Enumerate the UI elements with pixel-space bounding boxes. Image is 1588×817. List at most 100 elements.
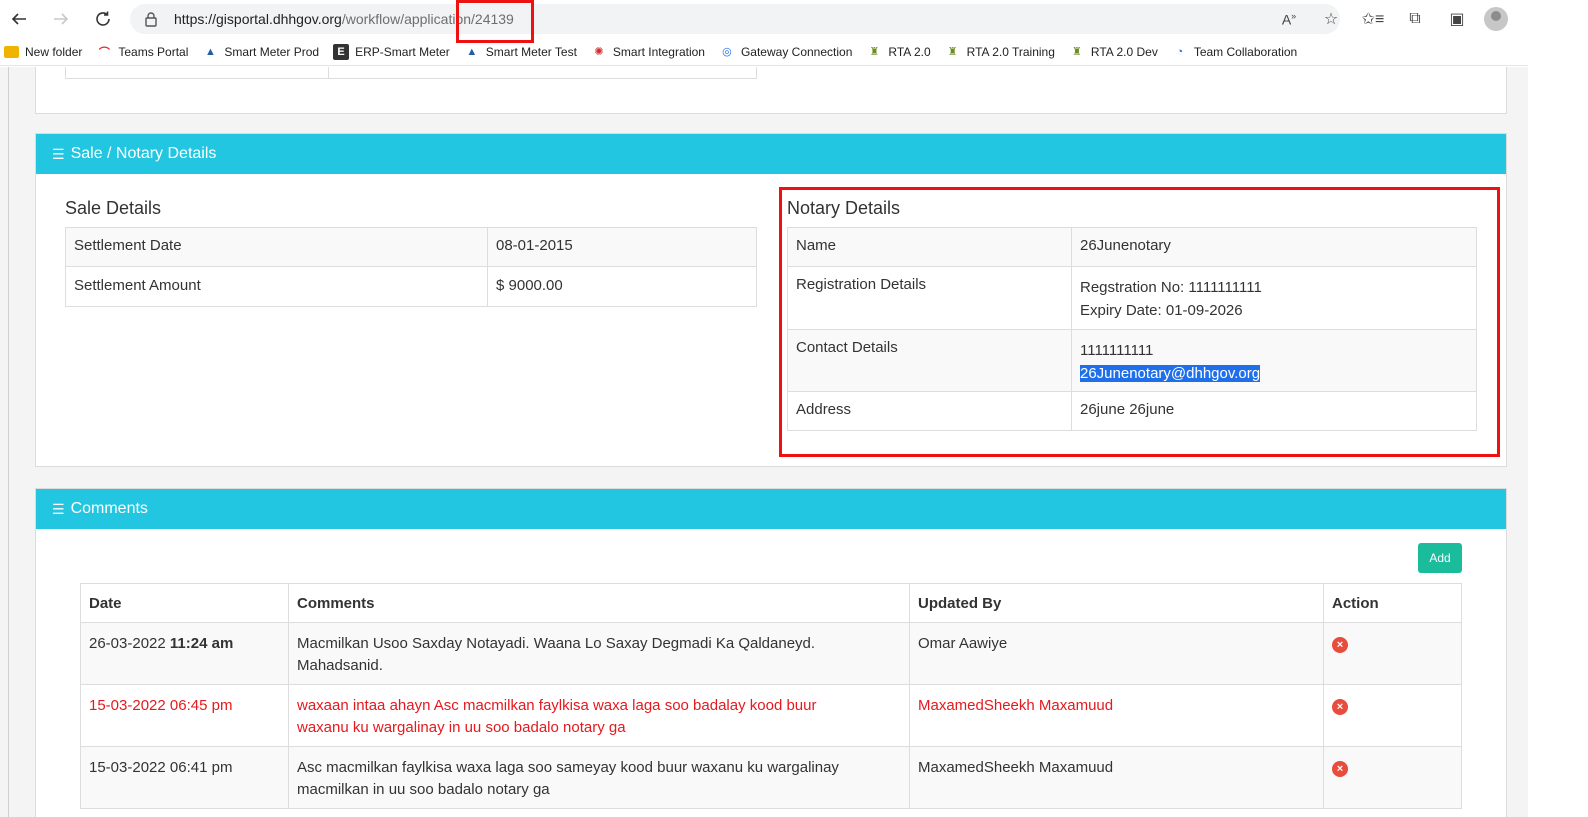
back-arrow-icon[interactable] (2, 2, 36, 36)
favorites-icon[interactable]: ✩≡ (1352, 4, 1394, 34)
previous-section-card (35, 67, 1507, 114)
refresh-icon[interactable] (86, 2, 120, 36)
add-comment-button[interactable]: Add (1418, 543, 1462, 573)
bookmark-teams-portal[interactable]: ⌒ Teams Portal (96, 44, 189, 60)
comment-text: Asc macmilkan faylkisa waxa laga soo sam… (288, 746, 910, 809)
time-text: 06:45 pm (169, 697, 233, 714)
bookmark-label: Smart Meter Prod (224, 44, 320, 59)
team-collab-icon: ◔ (1176, 45, 1184, 58)
comment-date: 15-03-2022 06:45 pm (80, 684, 289, 747)
sale-label: Settlement Date (65, 227, 488, 267)
page-left-border (8, 67, 9, 817)
bookmark-label: RTA 2.0 Training (966, 44, 1055, 59)
comment-action: × (1323, 622, 1462, 685)
rta-crest-icon: ♜ (869, 46, 880, 58)
table-row: 26-03-2022 11:24 am Macmilkan Usoo Saxda… (80, 622, 1462, 685)
table-row: Settlement Date 08-01-2015 (65, 227, 757, 267)
sale-details-title: Sale Details (65, 198, 162, 218)
read-aloud-icon[interactable]: A» (1268, 4, 1310, 34)
comment-line: Macmilkan Usoo Saxday Notayadi. Waana Lo… (297, 635, 816, 652)
url-highlight-box (456, 0, 534, 43)
comment-line: waxanu ku wargalinay in uu soo badalo no… (297, 719, 626, 736)
browser-toolbar: https://gisportal.dhhgov.org/workflow/ap… (0, 0, 1528, 38)
column-header: Action (1323, 583, 1462, 623)
collections-icon[interactable]: ⧉ (1394, 4, 1436, 34)
table-row: Settlement Amount $ 9000.00 (65, 266, 757, 307)
url-host: https://gisportal.dhhgov.org (174, 11, 342, 27)
table-row: 15-03-2022 06:45 pm waxaan intaa ahayn A… (80, 684, 1462, 747)
sale-value: 08-01-2015 (487, 227, 757, 267)
water-drop-icon: ▲ (466, 45, 478, 58)
bookmark-label: Team Collaboration (1193, 44, 1298, 59)
bookmark-smart-meter-test[interactable]: ▲ Smart Meter Test (464, 44, 577, 60)
folder-icon (4, 45, 19, 58)
bookmark-gateway-connection[interactable]: ◎ Gateway Connection (719, 44, 852, 60)
bookmark-smart-meter-prod[interactable]: ▲ Smart Meter Prod (202, 44, 319, 60)
comment-line: macmilkan in uu soo badalo notary ga (297, 781, 550, 798)
table-row: 15-03-2022 06:41 pm Asc macmilkan faylki… (80, 746, 1462, 809)
bookmark-label: Smart Meter Test (485, 44, 577, 59)
window-margin (1528, 0, 1588, 817)
comment-author: MaxamedSheekh Maxamuud (909, 746, 1324, 809)
list-icon: ☰ (52, 145, 65, 162)
time-text: 11:24 am (169, 635, 234, 652)
comments-table: Date Comments Updated By Action 26-03-20… (80, 583, 1462, 809)
column-header: Date (80, 583, 289, 623)
bookmark-label: Teams Portal (118, 44, 189, 59)
bookmark-smart-integration[interactable]: ✺ Smart Integration (591, 44, 705, 60)
bookmark-rta-2[interactable]: ♜ RTA 2.0 (866, 44, 930, 60)
bookmark-label: RTA 2.0 (888, 44, 931, 59)
sale-details-table: Settlement Date 08-01-2015 Settlement Am… (65, 227, 757, 307)
previous-table-fragment (65, 67, 757, 79)
bookmark-label: New folder (25, 44, 83, 59)
bookmark-rta-2-training[interactable]: ♜ RTA 2.0 Training (945, 44, 1055, 60)
bookmark-team-collaboration[interactable]: ◔ Team Collaboration (1172, 44, 1298, 60)
bookmark-rta-2-dev[interactable]: ♜ RTA 2.0 Dev (1069, 44, 1158, 60)
comments-title: Comments (70, 500, 148, 517)
rta-crest-icon: ♜ (1071, 46, 1082, 58)
comment-action: × (1323, 746, 1462, 809)
column-header: Updated By (909, 583, 1324, 623)
page-content: ☰ Sale / Notary Details Sale Details Set… (0, 67, 1528, 817)
delete-circle-icon[interactable]: × (1332, 761, 1348, 777)
erp-icon: E (333, 43, 350, 60)
comments-header: ☰ Comments (36, 489, 1506, 529)
list-icon: ☰ (52, 500, 65, 517)
bookmarks-bar: New folder ⌒ Teams Portal ▲ Smart Meter Pr… (0, 38, 1528, 66)
rta-crest-icon: ♜ (947, 46, 958, 58)
delete-circle-icon[interactable]: × (1332, 637, 1348, 653)
bookmark-new-folder[interactable]: New folder (4, 45, 82, 59)
comment-line: Asc macmilkan faylkisa waxa laga soo sam… (297, 759, 839, 776)
comment-date: 15-03-2022 06:41 pm (80, 746, 289, 809)
integration-icon: ✺ (594, 46, 604, 58)
lock-icon (144, 11, 160, 27)
time-text: 06:41 pm (169, 759, 233, 776)
comment-line: waxaan intaa ahayn Asc macmilkan faylkis… (297, 697, 817, 714)
sidebar-icon[interactable]: ▣ (1436, 4, 1478, 34)
add-favorite-icon[interactable]: ☆ (1310, 4, 1352, 34)
sale-notary-card: ☰ Sale / Notary Details Sale Details Set… (35, 133, 1507, 467)
sale-value: $ 9000.00 (487, 266, 757, 307)
comment-text: waxaan intaa ahayn Asc macmilkan faylkis… (288, 684, 910, 747)
address-bar[interactable]: https://gisportal.dhhgov.org/workflow/ap… (130, 4, 1340, 34)
bookmark-label: Smart Integration (612, 44, 705, 59)
gateway-icon: ◎ (722, 46, 732, 58)
comment-author: MaxamedSheekh Maxamuud (909, 684, 1324, 747)
date-text: 15-03-2022 (89, 697, 166, 714)
sale-notary-title: Sale / Notary Details (70, 145, 217, 162)
bookmark-label: ERP-Smart Meter (355, 44, 450, 59)
date-text: 15-03-2022 (89, 759, 166, 776)
water-drop-icon: ▲ (204, 45, 216, 58)
comment-date: 26-03-2022 11:24 am (80, 622, 289, 685)
bookmark-label: RTA 2.0 Dev (1090, 44, 1158, 59)
profile-avatar[interactable] (1484, 7, 1508, 31)
comment-action: × (1323, 684, 1462, 747)
bookmark-erp-smart-meter[interactable]: E ERP-Smart Meter (333, 43, 450, 60)
forward-arrow-icon[interactable] (44, 2, 78, 36)
notary-highlight-box (779, 187, 1500, 457)
teams-portal-icon: ⌒ (98, 46, 110, 59)
comment-text: Macmilkan Usoo Saxday Notayadi. Waana Lo… (288, 622, 910, 685)
delete-circle-icon[interactable]: × (1332, 699, 1348, 715)
table-header-row: Date Comments Updated By Action (80, 583, 1462, 623)
comment-author: Omar Aawiye (909, 622, 1324, 685)
